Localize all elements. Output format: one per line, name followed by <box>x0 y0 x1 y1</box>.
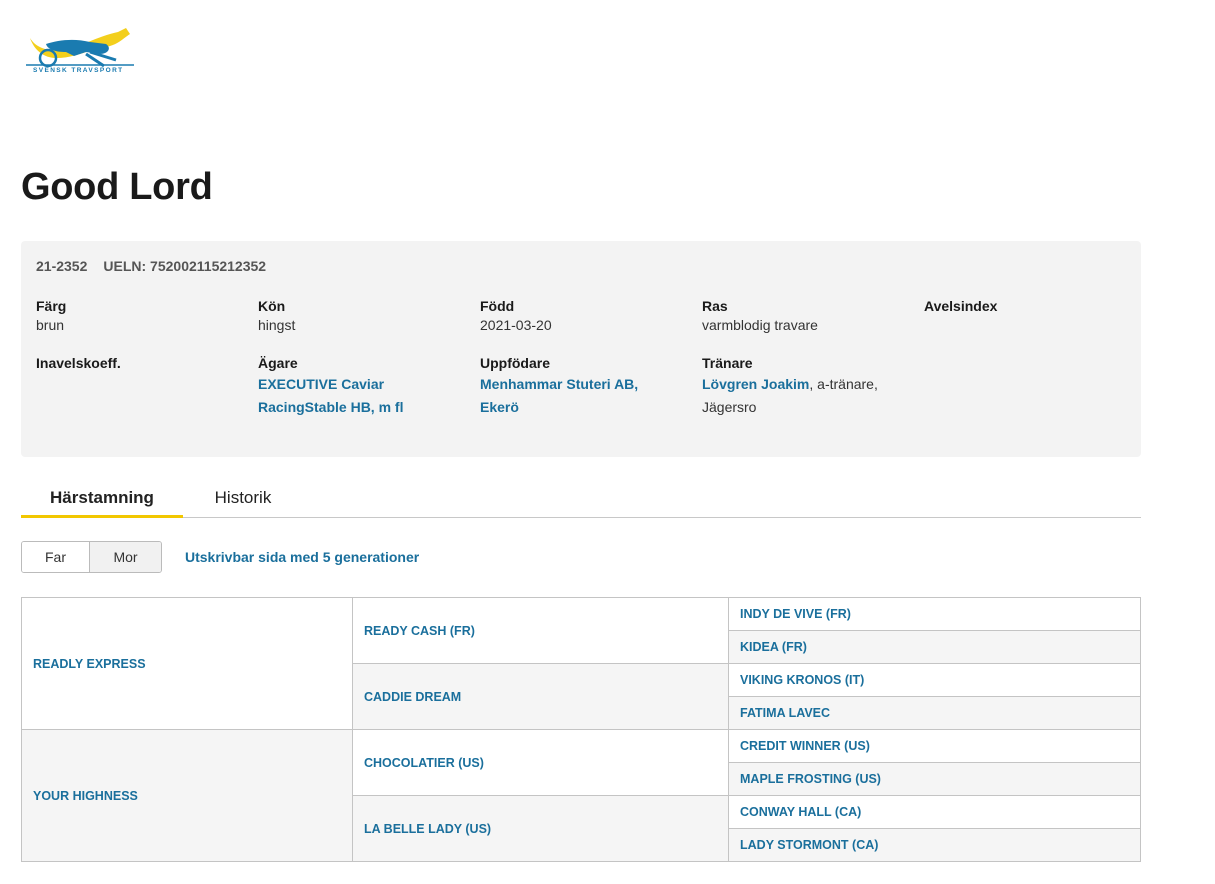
pedigree-dam[interactable]: YOUR HIGHNESS <box>21 729 353 862</box>
breeder-link[interactable]: Menhammar Stuteri AB, Ekerö <box>480 376 638 415</box>
ueln-number: UELN: 752002115212352 <box>103 258 267 274</box>
pedigree-dam-dam[interactable]: LA BELLE LADY (US) <box>352 795 729 862</box>
field-color-label: Färg <box>36 298 67 314</box>
trainer-location: Jägersro <box>702 399 757 415</box>
field-breed-value: varmblodig travare <box>702 317 818 333</box>
field-breeding-index: Avelsindex <box>924 298 1134 320</box>
pedigree-g3-4[interactable]: FATIMA LAVEC <box>728 696 1141 730</box>
tab-pedigree[interactable]: Härstamning <box>21 484 183 518</box>
horse-identifiers: 21-2352 UELN: 752002115212352 <box>36 258 266 274</box>
pedigree-g3-8[interactable]: LADY STORMONT (CA) <box>728 828 1141 862</box>
field-sex-label: Kön <box>258 298 286 314</box>
pedigree-sire[interactable]: READLY EXPRESS <box>21 597 353 730</box>
pedigree-g3-7[interactable]: CONWAY HALL (CA) <box>728 795 1141 829</box>
trainer-license: , a-tränare, <box>809 376 878 392</box>
horse-info-panel: 21-2352 UELN: 752002115212352 Färg brun K… <box>21 241 1141 457</box>
trainer-link[interactable]: Lövgren Joakim <box>702 376 809 392</box>
pedigree-dam-sire[interactable]: CHOCOLATIER (US) <box>352 729 729 796</box>
field-color-value: brun <box>36 317 65 333</box>
pedigree-sire-sire[interactable]: READY CASH (FR) <box>352 597 729 664</box>
pedigree-g3-5[interactable]: CREDIT WINNER (US) <box>728 729 1141 763</box>
field-breed: Ras varmblodig travare <box>702 298 912 337</box>
field-color: Färg brun <box>36 298 246 337</box>
toggle-far-button[interactable]: Far <box>22 542 90 572</box>
field-breeder-label: Uppfödare <box>480 355 550 371</box>
field-inbreeding: Inavelskoeff. <box>36 355 246 377</box>
field-sex: Kön hingst <box>258 298 468 337</box>
tab-history[interactable]: Historik <box>183 484 303 515</box>
field-inbreeding-label: Inavelskoeff. <box>36 355 121 371</box>
table-row: YOUR HIGHNESS CHOCOLATIER (US) CREDIT WI… <box>21 729 1141 862</box>
sire-dam-toggle: Far Mor <box>21 541 162 573</box>
pedigree-g3-1[interactable]: INDY DE VIVE (FR) <box>728 597 1141 631</box>
owner-link[interactable]: EXECUTIVE Caviar RacingStable HB, m fl <box>258 376 403 415</box>
registration-number: 21-2352 <box>36 258 88 274</box>
pedigree-g3-6[interactable]: MAPLE FROSTING (US) <box>728 762 1141 796</box>
table-row: READLY EXPRESS READY CASH (FR) INDY DE V… <box>21 597 1141 730</box>
printable-pedigree-link[interactable]: Utskrivbar sida med 5 generationer <box>185 549 419 565</box>
field-birthdate-value: 2021-03-20 <box>480 317 552 333</box>
field-birthdate: Född 2021-03-20 <box>480 298 690 337</box>
tab-bar: Härstamning Historik <box>21 484 1141 518</box>
field-breed-label: Ras <box>702 298 728 314</box>
pedigree-sire-dam[interactable]: CADDIE DREAM <box>352 663 729 730</box>
field-birthdate-label: Född <box>480 298 515 314</box>
pedigree-g3-3[interactable]: VIKING KRONOS (IT) <box>728 663 1141 697</box>
field-trainer-label: Tränare <box>702 355 753 371</box>
field-trainer: Tränare Lövgren Joakim, a-tränare, Jäger… <box>702 355 912 419</box>
pedigree-g3-2[interactable]: KIDEA (FR) <box>728 630 1141 664</box>
pedigree-table: READLY EXPRESS READY CASH (FR) INDY DE V… <box>21 597 1141 862</box>
field-breeding-index-label: Avelsindex <box>924 298 998 314</box>
page-title: Good Lord <box>21 166 213 208</box>
field-owner: Ägare EXECUTIVE Caviar RacingStable HB, m… <box>258 355 468 419</box>
field-breeder: Uppfödare Menhammar Stuteri AB, Ekerö <box>480 355 690 419</box>
field-sex-value: hingst <box>258 317 296 333</box>
logo-wordmark: SVENSK TRAVSPORT <box>33 67 124 74</box>
field-owner-label: Ägare <box>258 355 298 371</box>
toggle-mor-button[interactable]: Mor <box>90 542 161 572</box>
